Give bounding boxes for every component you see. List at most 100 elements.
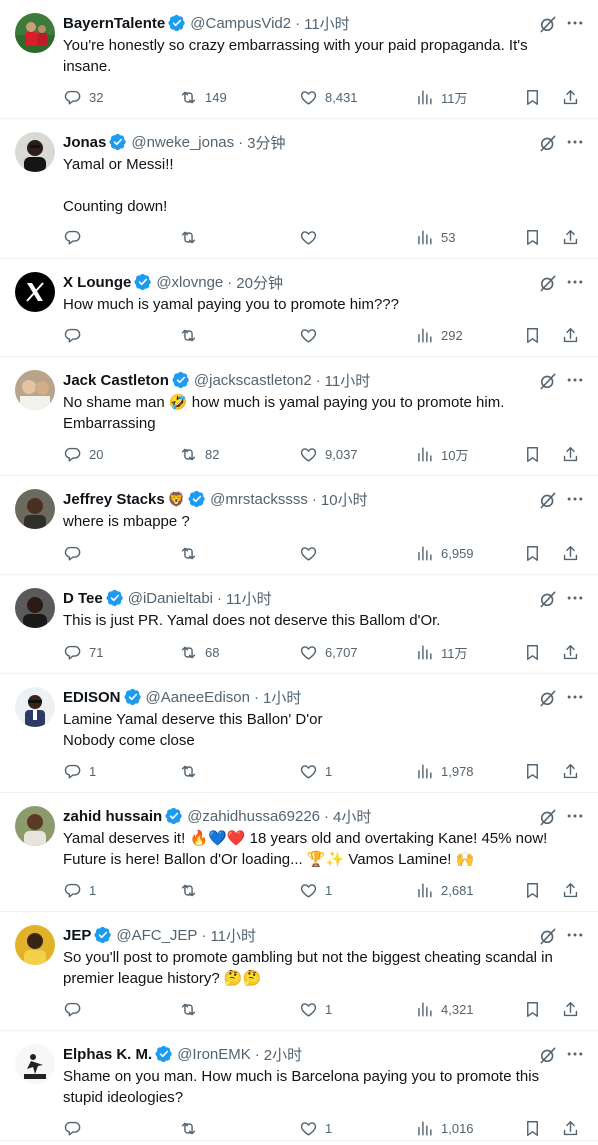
share-button[interactable]	[561, 220, 580, 254]
timestamp[interactable]: 20分钟	[236, 272, 283, 293]
views-button[interactable]: 1,016	[415, 1111, 474, 1145]
share-button[interactable]	[561, 754, 580, 788]
tweet[interactable]: JEP @AFC_JEP · 11小时 So you'll post to promot…	[0, 912, 598, 1031]
author-name[interactable]: BayernTalente	[63, 15, 165, 32]
share-button[interactable]	[561, 992, 580, 1026]
more-icon[interactable]	[564, 369, 586, 391]
tweet[interactable]: D Tee @iDanieltabi · 11小时 This is just PR. Y…	[0, 575, 598, 674]
grok-icon[interactable]	[538, 371, 558, 391]
like-button[interactable]	[299, 220, 325, 254]
grok-icon[interactable]	[538, 273, 558, 293]
more-icon[interactable]	[564, 12, 586, 34]
author-handle[interactable]: @zahidhussa69226	[187, 808, 320, 825]
retweet-button[interactable]	[179, 1111, 205, 1145]
reply-button[interactable]: 71	[63, 635, 103, 669]
author-handle[interactable]: @AFC_JEP	[116, 927, 197, 944]
retweet-button[interactable]: 68	[179, 635, 219, 669]
like-button[interactable]	[299, 318, 325, 352]
grok-icon[interactable]	[538, 133, 558, 153]
share-button[interactable]	[561, 536, 580, 570]
grok-icon[interactable]	[538, 490, 558, 510]
views-button[interactable]: 53	[415, 220, 455, 254]
more-icon[interactable]	[564, 131, 586, 153]
tweet[interactable]: zahid hussain @zahidhussa69226 · 4小时 Yamal d…	[0, 793, 598, 912]
like-button[interactable]: 1	[299, 754, 332, 788]
avatar[interactable]	[15, 588, 55, 628]
retweet-button[interactable]	[179, 992, 205, 1026]
views-button[interactable]: 11万	[415, 80, 468, 114]
like-button[interactable]: 1	[299, 992, 332, 1026]
bookmark-button[interactable]	[523, 1111, 542, 1145]
avatar[interactable]	[15, 272, 55, 312]
bookmark-button[interactable]	[523, 635, 542, 669]
views-button[interactable]: 2,681	[415, 873, 474, 907]
tweet[interactable]: BayernTalente @CampusVid2 · 11小时 You're hone…	[0, 0, 598, 119]
reply-button[interactable]	[63, 220, 89, 254]
tweet[interactable]: Jack Castleton @jackscastleton2 · 11小时 No sh…	[0, 357, 598, 476]
author-handle[interactable]: @mrstackssss	[210, 491, 308, 508]
author-handle[interactable]: @CampusVid2	[190, 15, 291, 32]
bookmark-button[interactable]	[523, 873, 542, 907]
retweet-button[interactable]	[179, 754, 205, 788]
grok-icon[interactable]	[538, 807, 558, 827]
share-button[interactable]	[561, 80, 580, 114]
share-button[interactable]	[561, 635, 580, 669]
retweet-button[interactable]	[179, 318, 205, 352]
bookmark-button[interactable]	[523, 318, 542, 352]
reply-button[interactable]	[63, 318, 89, 352]
author-name[interactable]: zahid hussain	[63, 808, 162, 825]
reply-button[interactable]: 20	[63, 437, 103, 471]
bookmark-button[interactable]	[523, 536, 542, 570]
avatar[interactable]	[15, 925, 55, 965]
avatar[interactable]	[15, 687, 55, 727]
like-button[interactable]: 6,707	[299, 635, 358, 669]
author-name[interactable]: Elphas K. M.	[63, 1046, 152, 1063]
grok-icon[interactable]	[538, 14, 558, 34]
retweet-button[interactable]	[179, 220, 205, 254]
bookmark-button[interactable]	[523, 220, 542, 254]
author-name[interactable]: JEP	[63, 927, 91, 944]
more-icon[interactable]	[564, 686, 586, 708]
retweet-button[interactable]	[179, 536, 205, 570]
like-button[interactable]: 1	[299, 1111, 332, 1145]
timestamp[interactable]: 11小时	[304, 13, 350, 34]
author-handle[interactable]: @AaneeEdison	[146, 689, 250, 706]
like-button[interactable]: 8,431	[299, 80, 358, 114]
reply-button[interactable]	[63, 992, 89, 1026]
author-name[interactable]: Jonas	[63, 134, 106, 151]
avatar[interactable]	[15, 13, 55, 53]
timestamp[interactable]: 11小时	[226, 588, 272, 609]
views-button[interactable]: 292	[415, 318, 463, 352]
share-button[interactable]	[561, 437, 580, 471]
timestamp[interactable]: 3分钟	[247, 132, 285, 153]
author-name[interactable]: EDISON	[63, 689, 121, 706]
reply-button[interactable]	[63, 536, 89, 570]
bookmark-button[interactable]	[523, 992, 542, 1026]
timestamp[interactable]: 11小时	[210, 925, 256, 946]
more-icon[interactable]	[564, 924, 586, 946]
reply-button[interactable]: 1	[63, 873, 96, 907]
tweet[interactable]: X Lounge @xlovnge · 20分钟 How much is yamal p…	[0, 259, 598, 357]
share-button[interactable]	[561, 318, 580, 352]
retweet-button[interactable]: 82	[179, 437, 219, 471]
author-handle[interactable]: @nweke_jonas	[131, 134, 234, 151]
grok-icon[interactable]	[538, 688, 558, 708]
grok-icon[interactable]	[538, 1045, 558, 1065]
timestamp[interactable]: 2小时	[264, 1044, 302, 1065]
retweet-button[interactable]	[179, 873, 205, 907]
timestamp[interactable]: 11小时	[325, 370, 371, 391]
like-button[interactable]: 1	[299, 873, 332, 907]
tweet[interactable]: Elphas K. M. @IronEMK · 2小时 Shame on you man…	[0, 1031, 598, 1141]
timestamp[interactable]: 4小时	[333, 806, 371, 827]
views-button[interactable]: 6,959	[415, 536, 474, 570]
like-button[interactable]: 9,037	[299, 437, 358, 471]
author-handle[interactable]: @iDanieltabi	[128, 590, 213, 607]
more-icon[interactable]	[564, 805, 586, 827]
author-handle[interactable]: @jackscastleton2	[194, 372, 312, 389]
grok-icon[interactable]	[538, 589, 558, 609]
timestamp[interactable]: 1小时	[263, 687, 301, 708]
share-button[interactable]	[561, 1111, 580, 1145]
author-handle[interactable]: @xlovnge	[156, 274, 223, 291]
more-icon[interactable]	[564, 1043, 586, 1065]
reply-button[interactable]: 1	[63, 754, 96, 788]
